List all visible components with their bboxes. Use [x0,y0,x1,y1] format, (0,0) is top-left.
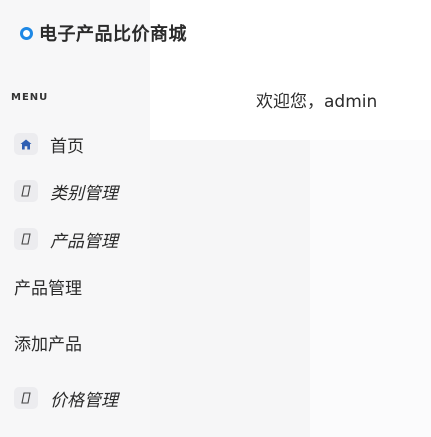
placeholder-glyph-icon [14,387,38,409]
sidebar-item-label: 产品管理 [50,231,118,252]
brand[interactable]: 电子产品比价商城 [20,20,187,46]
subnav-item-product-management[interactable]: 产品管理 [14,272,82,300]
sidebar-item-price-management[interactable]: 价格管理 [14,383,118,413]
username[interactable]: admin [324,92,377,112]
sidebar-item-product-management[interactable]: 产品管理 [14,224,118,254]
subnav-item-label: 产品管理 [14,278,82,299]
sidebar-item-label: 价格管理 [50,390,118,411]
placeholder-glyph-icon [14,228,38,250]
menu-heading: MENU [11,92,49,103]
sidebar-item-home[interactable]: 首页 [14,129,84,159]
main-content-area [150,140,431,437]
brand-title: 电子产品比价商城 [39,24,187,45]
content-panel [310,140,431,437]
home-icon [14,133,38,155]
placeholder-glyph-icon [14,180,38,202]
circle-logo-icon [20,26,33,40]
subnav-item-label: 添加产品 [14,334,82,355]
welcome-message: 欢迎您，admin [256,87,377,112]
welcome-prefix: 欢迎您， [256,92,324,112]
sidebar-item-label: 首页 [50,136,84,157]
sidebar-item-category-management[interactable]: 类别管理 [14,176,118,206]
sidebar-item-label: 类别管理 [50,183,118,204]
sidebar: 电子产品比价商城 MENU 首页 类别管理 产品管理 产品管理 添加产品 价格管… [0,0,187,437]
subnav-item-add-product[interactable]: 添加产品 [14,328,82,356]
